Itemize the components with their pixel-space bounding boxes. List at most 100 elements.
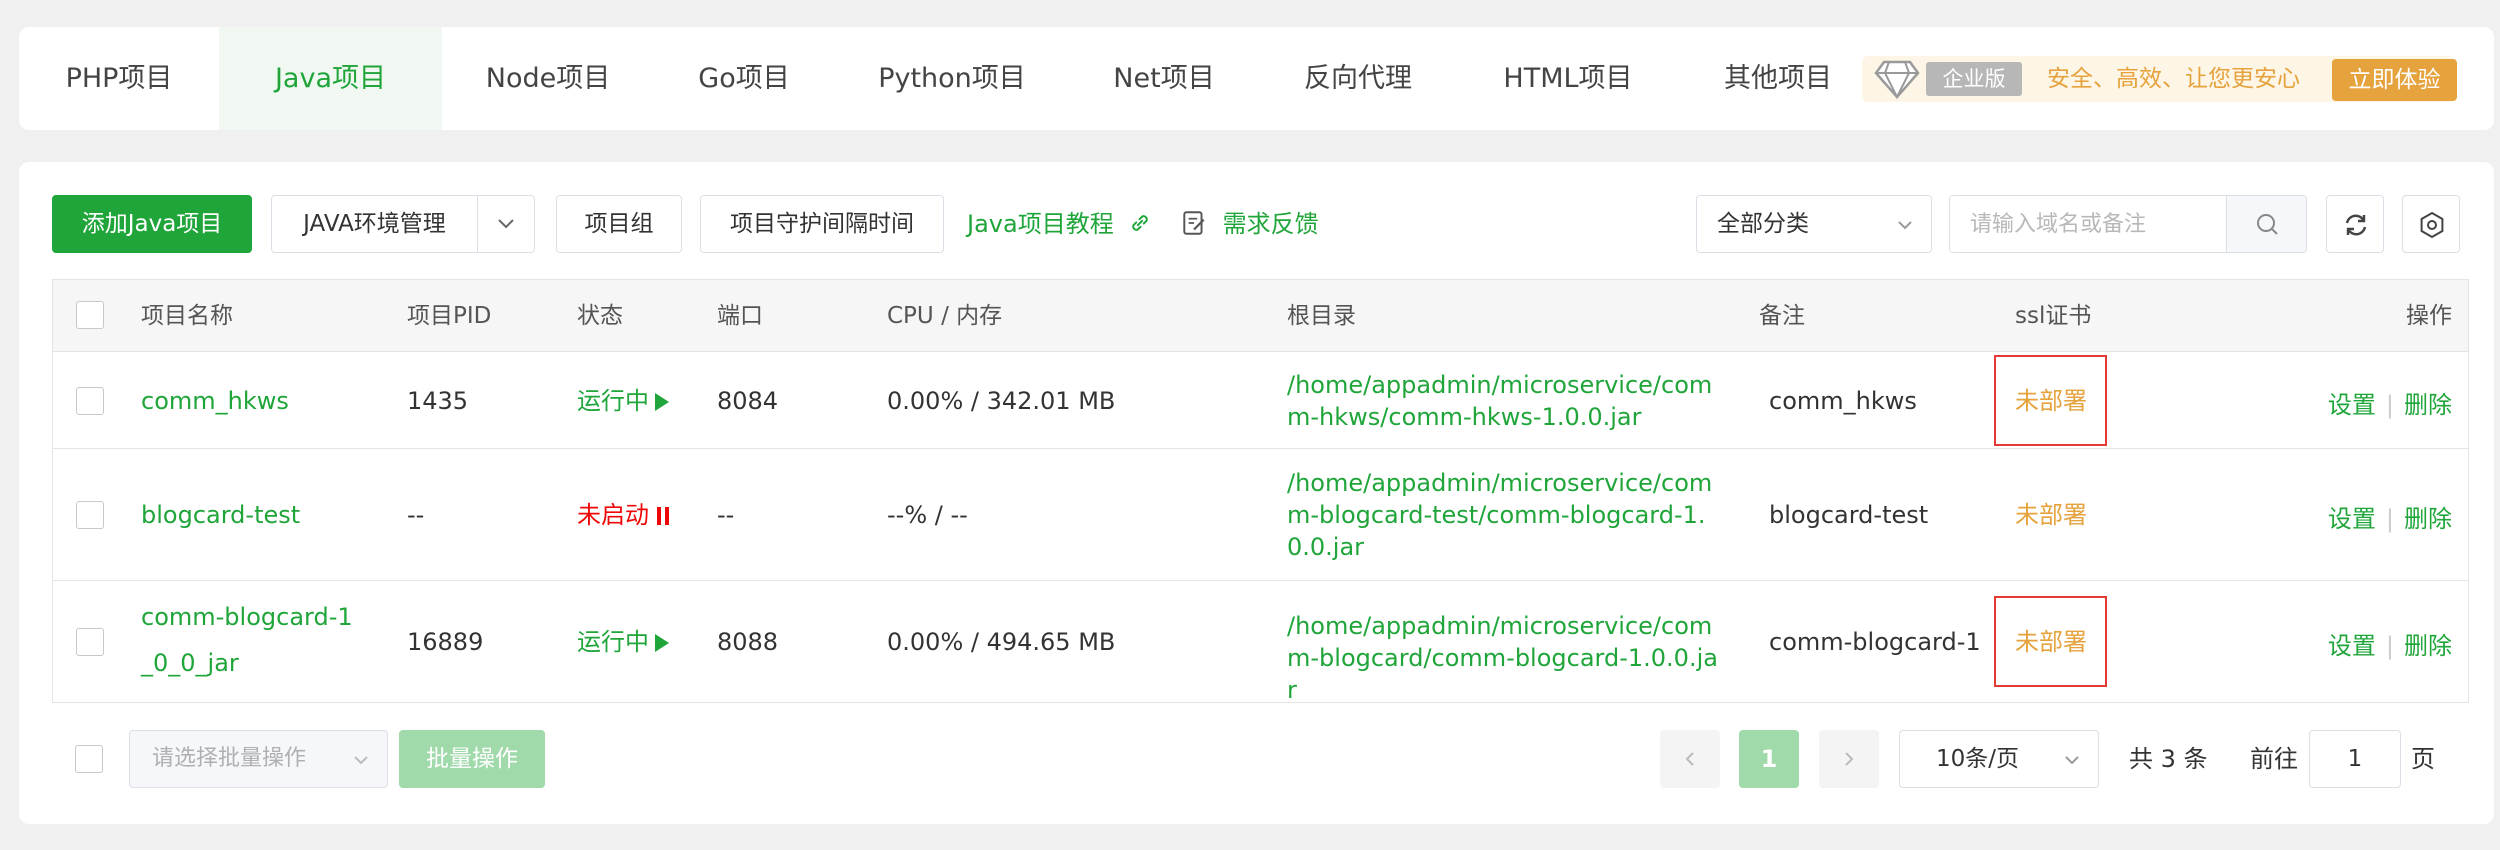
- page-size-select[interactable]: 10条/页: [1899, 730, 2099, 788]
- category-select[interactable]: 全部分类: [1696, 195, 1932, 253]
- column-header-root-dir: 根目录: [1287, 303, 1356, 329]
- column-header-pid: 项目PID: [407, 303, 492, 329]
- java-tutorial-label: Java项目教程: [967, 210, 1114, 238]
- chevron-down-icon: [354, 756, 368, 765]
- project-status[interactable]: 运行中: [577, 626, 669, 658]
- settings-link[interactable]: 设置: [2328, 632, 2376, 660]
- java-project-panel: 添加Java项目 JAVA环境管理 项目组 项目守护间隔时间 Java项目教程 …: [19, 162, 2494, 824]
- page-unit-label: 页: [2411, 745, 2435, 773]
- try-now-button[interactable]: 立即体验: [2332, 59, 2457, 101]
- project-cpu-memory: 0.00% / 494.65 MB: [887, 628, 1116, 656]
- tab-net[interactable]: Net项目: [1070, 27, 1258, 130]
- refresh-button[interactable]: [2326, 195, 2384, 253]
- page-size-value: 10条/页: [1936, 746, 2020, 772]
- settings-button[interactable]: [2402, 195, 2460, 253]
- tab-node[interactable]: Node项目: [442, 27, 654, 130]
- project-name-link[interactable]: blogcard-test: [141, 499, 300, 531]
- project-remark[interactable]: comm-blogcard-1_: [1769, 626, 1979, 658]
- ssl-highlight-box: [1994, 596, 2107, 687]
- chevron-down-icon: [1898, 221, 1912, 230]
- table-row: comm_hkws 1435 运行中 8084 0.00% / 342.01 M…: [53, 353, 2468, 449]
- running-play-icon: [655, 393, 669, 411]
- next-page-button[interactable]: [1819, 730, 1879, 788]
- project-port: 8088: [717, 628, 779, 656]
- guard-interval-button[interactable]: 项目守护间隔时间: [700, 195, 944, 253]
- select-all-checkbox[interactable]: [76, 301, 104, 329]
- tab-go[interactable]: Go项目: [654, 27, 834, 130]
- stopped-pause-icon: [657, 501, 673, 533]
- prev-page-button[interactable]: [1660, 730, 1720, 788]
- external-link-icon: [1132, 215, 1149, 231]
- project-root-dir-link[interactable]: /home/appadmin/microservice/comm-hkws/co…: [1287, 369, 1727, 433]
- row-checkbox[interactable]: [76, 628, 104, 656]
- column-header-name[interactable]: 项目名称: [141, 280, 233, 352]
- ssl-highlight-box: [1994, 355, 2107, 446]
- column-header-remark: 备注: [1759, 303, 1805, 329]
- feedback-link[interactable]: 需求反馈: [1181, 195, 1319, 253]
- settings-link[interactable]: 设置: [2328, 505, 2376, 533]
- search-box: [1949, 195, 2307, 253]
- project-root-dir-link[interactable]: /home/appadmin/microservice/comm-blogcar…: [1287, 467, 1727, 563]
- tab-html[interactable]: HTML项目: [1458, 27, 1678, 130]
- project-remark[interactable]: blogcard-test: [1769, 499, 1928, 531]
- total-count: 共 3 条: [2129, 745, 2208, 773]
- java-tutorial-link[interactable]: Java项目教程: [967, 195, 1153, 253]
- chevron-down-icon: [498, 219, 514, 229]
- java-env-dropdown-toggle[interactable]: [478, 196, 534, 252]
- batch-operation-placeholder: 请选择批量操作: [152, 746, 307, 771]
- settings-link[interactable]: 设置: [2328, 391, 2376, 419]
- project-root-dir-link[interactable]: /home/appadmin/microservice/comm-blogcar…: [1287, 610, 1727, 702]
- delete-link[interactable]: 删除: [2404, 632, 2452, 660]
- feedback-note-icon: [1183, 211, 1205, 235]
- goto-page-input[interactable]: 1: [2309, 730, 2401, 788]
- table-row: blogcard-test -- 未启动 -- --% / -- /home/a…: [53, 450, 2468, 581]
- project-group-button[interactable]: 项目组: [556, 195, 682, 253]
- status-label: 运行中: [577, 628, 649, 656]
- delete-link[interactable]: 删除: [2404, 391, 2452, 419]
- tab-other[interactable]: 其他项目: [1678, 27, 1878, 130]
- enterprise-slogan: 安全、高效、让您更安心: [2047, 66, 2300, 92]
- project-remark[interactable]: comm_hkws: [1769, 385, 1917, 417]
- project-status[interactable]: 运行中: [577, 385, 669, 417]
- tab-java[interactable]: Java项目: [219, 27, 442, 130]
- batch-operation-select[interactable]: 请选择批量操作: [129, 730, 388, 788]
- tab-python[interactable]: Python项目: [834, 27, 1070, 130]
- status-label: 未启动: [577, 501, 649, 529]
- table-header: 项目名称 项目PID 状态 端口 CPU / 内存 根目录 备注 ssl证书 操…: [53, 280, 2468, 352]
- add-java-project-button[interactable]: 添加Java项目: [52, 195, 252, 253]
- category-select-value: 全部分类: [1717, 211, 1809, 237]
- search-button[interactable]: [2226, 196, 2306, 252]
- row-operations: 设置 | 删除: [2327, 505, 2452, 533]
- chevron-right-icon: [1845, 752, 1854, 766]
- column-header-operations: 操作: [2406, 303, 2452, 329]
- column-header-status: 状态: [577, 303, 623, 329]
- project-name-link[interactable]: comm_hkws: [141, 385, 289, 417]
- project-port: 8084: [717, 387, 779, 415]
- project-name-link[interactable]: comm-blogcard-1_0_0_jar: [141, 594, 361, 686]
- refresh-icon: [2345, 214, 2367, 236]
- column-header-ssl: ssl证书: [2015, 303, 2092, 329]
- row-operations: 设置 | 删除: [2327, 632, 2452, 660]
- java-env-manage-button[interactable]: JAVA环境管理: [272, 196, 478, 252]
- tab-php[interactable]: PHP项目: [19, 27, 219, 130]
- chevron-down-icon: [2065, 756, 2079, 765]
- project-status[interactable]: 未启动: [577, 499, 673, 533]
- running-play-icon: [655, 634, 669, 652]
- row-checkbox[interactable]: [76, 501, 104, 529]
- column-header-cpu-memory: CPU / 内存: [887, 303, 1003, 329]
- tab-reverse-proxy[interactable]: 反向代理: [1258, 27, 1458, 130]
- footer-select-all-checkbox[interactable]: [75, 745, 103, 773]
- enterprise-badge: 企业版: [1874, 56, 2022, 102]
- batch-operation-button[interactable]: 批量操作: [399, 730, 545, 788]
- project-type-tabs: PHP项目 Java项目 Node项目 Go项目 Python项目 Net项目 …: [19, 27, 2494, 130]
- row-operations: 设置 | 删除: [2327, 391, 2452, 419]
- delete-link[interactable]: 删除: [2404, 505, 2452, 533]
- enterprise-badge-label: 企业版: [1942, 67, 2006, 91]
- project-pid: 1435: [407, 387, 469, 415]
- status-label: 运行中: [577, 387, 649, 415]
- ssl-status-link[interactable]: 未部署: [2015, 499, 2087, 531]
- project-cpu-memory: 0.00% / 342.01 MB: [887, 387, 1116, 415]
- row-checkbox[interactable]: [76, 387, 104, 415]
- page-number-current[interactable]: 1: [1739, 730, 1799, 788]
- search-input[interactable]: [1950, 196, 2226, 252]
